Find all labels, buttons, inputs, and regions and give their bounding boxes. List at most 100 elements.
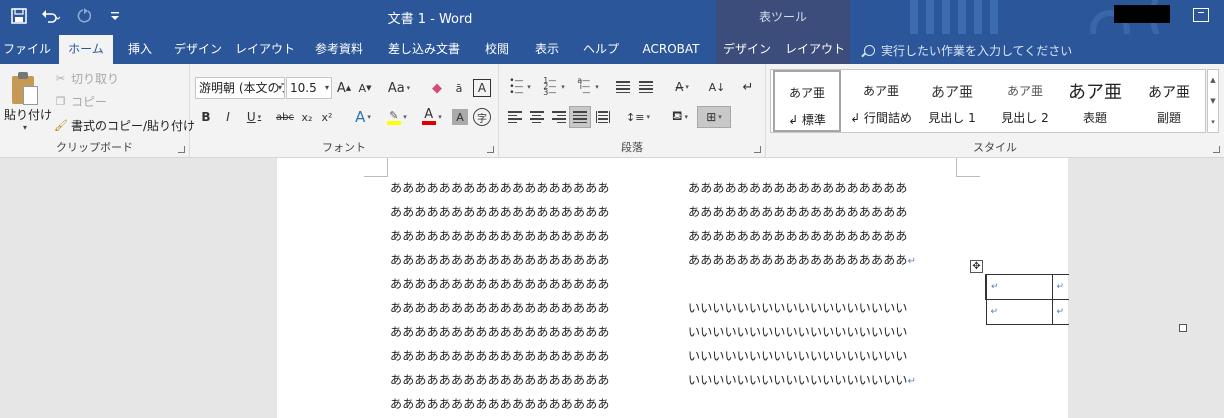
highlight-color-icon[interactable]: ✎ ▾: [382, 106, 412, 128]
paste-icon[interactable]: [12, 72, 40, 106]
document-table[interactable]: ↵ ↵ ↵ ↵: [985, 274, 1069, 325]
expand-gallery-icon[interactable]: ▾: [1211, 118, 1215, 126]
clear-formatting-icon[interactable]: ◆: [428, 77, 446, 99]
undo-icon[interactable]: [40, 6, 62, 26]
subscript-button[interactable]: x₂: [298, 106, 316, 128]
copy-button[interactable]: ❐ コピー: [54, 93, 107, 110]
tab-file[interactable]: ファイル: [0, 39, 54, 64]
enclose-characters-icon[interactable]: 字: [473, 108, 491, 126]
multilevel-list-icon[interactable]: a— i— — ▾: [573, 76, 603, 98]
line-spacing-icon[interactable]: ↕≡ ▾: [623, 106, 653, 128]
table-cell[interactable]: ↵: [1051, 274, 1069, 300]
font-color-icon[interactable]: A ▾: [417, 106, 447, 128]
align-right-icon[interactable]: [549, 106, 569, 128]
text-column-right[interactable]: ああああああああああああああああああ ああああああああああああああああああ ああ…: [688, 176, 916, 392]
cut-button[interactable]: ✂ 切り取り: [54, 70, 119, 87]
tab-review[interactable]: 校閲: [477, 39, 517, 64]
decrease-indent-icon[interactable]: [613, 76, 633, 98]
character-border-icon[interactable]: A: [473, 79, 491, 97]
clipboard-launcher-icon[interactable]: [178, 146, 185, 153]
character-shading-icon[interactable]: A: [452, 109, 468, 125]
page[interactable]: ああああああああああああああああああ ああああああああああああああああああ ああ…: [277, 158, 1068, 418]
asian-layout-icon[interactable]: A̶ ▾: [667, 76, 697, 98]
bullets-icon[interactable]: •— •— •— ▾: [505, 76, 535, 98]
tab-layout[interactable]: レイアウト: [232, 39, 298, 64]
change-case-button[interactable]: Aa ▾: [382, 77, 416, 99]
tab-table-layout[interactable]: レイアウト: [782, 39, 848, 64]
chevron-down-icon: ▾: [324, 83, 329, 92]
shrink-font-button[interactable]: A ▼: [356, 77, 374, 99]
distributed-icon[interactable]: [593, 106, 613, 128]
paste-button-label[interactable]: 貼り付け: [4, 106, 52, 123]
tab-home[interactable]: ホーム: [59, 35, 113, 64]
resize-handle[interactable]: [1179, 324, 1187, 332]
account-avatar[interactable]: [1114, 5, 1170, 23]
table-cell[interactable]: ↵: [985, 299, 1053, 325]
show-formatting-icon[interactable]: ↵: [739, 76, 757, 98]
tab-design[interactable]: デザイン: [170, 39, 226, 64]
tab-acrobat[interactable]: ACROBAT: [634, 39, 708, 64]
save-icon[interactable]: [8, 6, 30, 26]
phonetic-guide-icon[interactable]: ā: [450, 77, 468, 99]
scissors-icon: ✂: [55, 72, 66, 85]
redo-icon[interactable]: [72, 6, 94, 26]
copy-icon: ❐: [55, 95, 66, 108]
superscript-button[interactable]: x²: [318, 106, 336, 128]
style-heading-2[interactable]: あア亜 見出し 2: [991, 70, 1059, 132]
table-move-handle-icon[interactable]: ✥: [970, 260, 983, 273]
style-normal[interactable]: あア亜 ↲ 標準: [773, 70, 841, 132]
tell-me-box[interactable]: 実行したい作業を入力してください: [864, 42, 1072, 59]
styles-gallery: あア亜 ↲ 標準 あア亜 ↲ 行間詰め あア亜 見出し 1 あア亜 見出し 2 …: [770, 69, 1206, 133]
borders-icon[interactable]: ⊞ ▾: [697, 106, 731, 128]
font-name-box[interactable]: 游明朝 (本文のフォント) ▾: [195, 77, 285, 99]
chevron-up-icon[interactable]: ▲: [1210, 76, 1215, 84]
styles-launcher-icon[interactable]: [1213, 146, 1220, 153]
grow-font-button[interactable]: A ▲: [335, 77, 353, 99]
italic-button[interactable]: I: [220, 106, 236, 128]
ribbon-display-icon[interactable]: [1193, 8, 1209, 22]
styles-gallery-scroll[interactable]: ▲ ▼ ▾: [1207, 69, 1219, 133]
style-subtitle[interactable]: あア亜 副題: [1135, 70, 1203, 132]
word-window: 文書 1 - Word 表ツール ファイル ホーム 挿入 デザイン レイアウト …: [0, 0, 1224, 418]
search-icon: [864, 45, 875, 56]
paragraph-mark: ↵: [907, 256, 917, 267]
numbering-icon[interactable]: 1— 2— 3— ▾: [539, 76, 569, 98]
style-no-spacing[interactable]: あア亜 ↲ 行間詰め: [847, 70, 915, 132]
bold-button[interactable]: B: [198, 106, 214, 128]
paste-dropdown-icon[interactable]: ▾: [23, 123, 27, 132]
align-center-icon[interactable]: [527, 106, 547, 128]
chevron-down-icon[interactable]: ▼: [1210, 97, 1215, 105]
justify-icon[interactable]: [569, 106, 591, 128]
style-title[interactable]: あア亜 表題: [1061, 70, 1129, 132]
text-effects-icon[interactable]: A ▾: [348, 106, 378, 128]
text-column-left[interactable]: ああああああああああああああああああ ああああああああああああああああああ ああ…: [390, 176, 610, 416]
tab-references[interactable]: 参考資料: [306, 39, 372, 64]
clipboard-group-label: クリップボード: [56, 141, 133, 154]
format-painter-button[interactable]: 🖌 書式のコピー/貼り付け: [54, 117, 195, 134]
strikethrough-button[interactable]: abc: [274, 106, 296, 128]
font-launcher-icon[interactable]: [487, 146, 494, 153]
paragraph-group-label: 段落: [621, 141, 643, 154]
sort-icon[interactable]: A↓: [707, 76, 727, 98]
style-heading-1[interactable]: あア亜 見出し 1: [918, 70, 986, 132]
tab-table-design[interactable]: デザイン: [718, 39, 776, 64]
table-cell[interactable]: ↵: [985, 274, 1053, 300]
table-tools-label: 表ツール: [758, 10, 807, 24]
styles-group-label: スタイル: [973, 141, 1017, 154]
align-left-icon[interactable]: [505, 106, 525, 128]
tab-insert[interactable]: 挿入: [114, 39, 166, 64]
tab-help[interactable]: ヘルプ: [578, 39, 624, 64]
paragraph-launcher-icon[interactable]: [754, 146, 761, 153]
paintbrush-icon: 🖌: [54, 119, 68, 132]
customize-icon[interactable]: [104, 6, 126, 26]
tab-mailings[interactable]: 差し込み文書: [381, 39, 467, 64]
paragraph-mark: ↵: [907, 376, 917, 387]
tab-view[interactable]: 表示: [527, 39, 567, 64]
shading-icon[interactable]: ⛾ ▾: [665, 106, 695, 128]
table-cell[interactable]: ↵: [1051, 299, 1069, 325]
underline-button[interactable]: U ▾: [241, 106, 267, 128]
ribbon-tabs: ファイル ホーム 挿入 デザイン レイアウト 参考資料 差し込み文書 校閲 表示…: [0, 34, 1224, 64]
increase-indent-icon[interactable]: [636, 76, 656, 98]
document-area[interactable]: ああああああああああああああああああ ああああああああああああああああああ ああ…: [0, 158, 1224, 418]
font-size-box[interactable]: 10.5 ▾: [286, 77, 332, 99]
